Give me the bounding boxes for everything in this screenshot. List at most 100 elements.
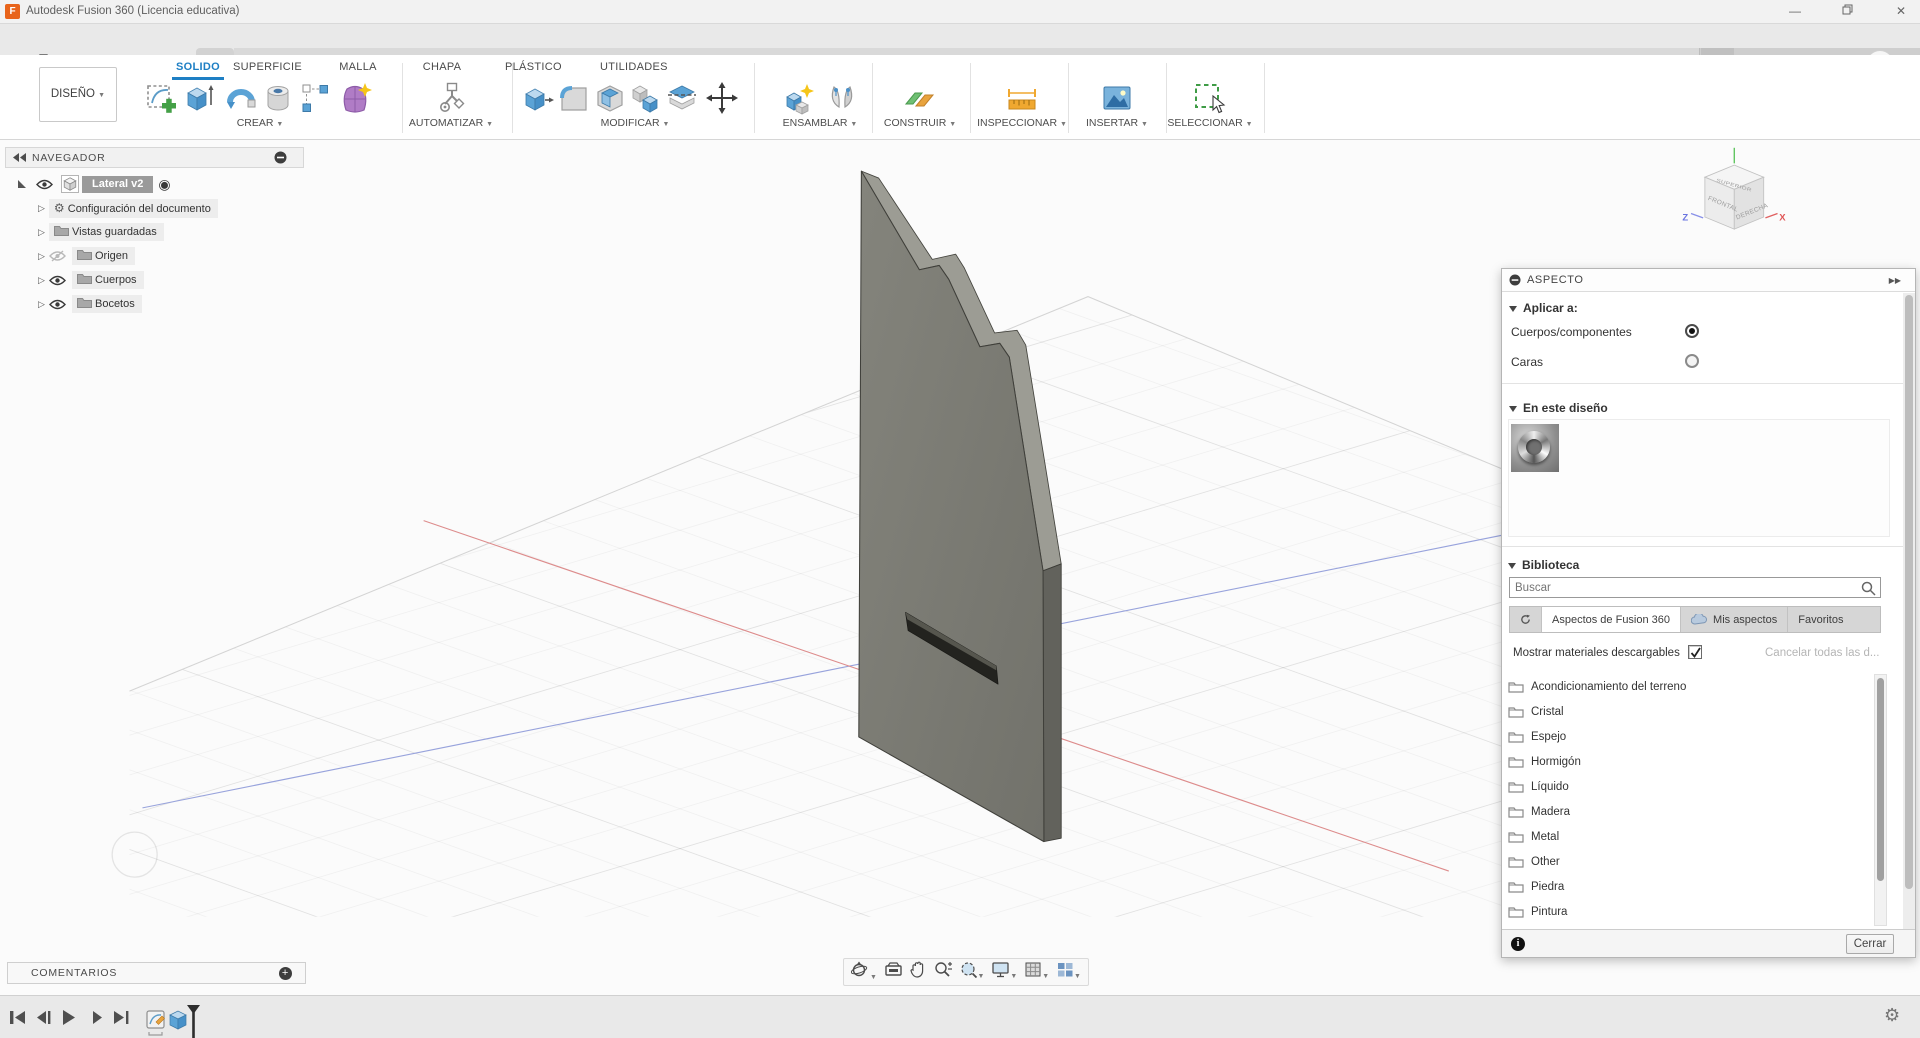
expand-closed-icon[interactable]: ▷ <box>38 275 45 286</box>
timeline-position-marker[interactable] <box>187 1005 200 1038</box>
folder-row[interactable]: Other <box>1508 849 1873 874</box>
tree-item-saved-views[interactable]: ▷ Vistas guardadas <box>38 222 164 242</box>
visibility-eye-icon[interactable] <box>48 299 66 310</box>
panel-scrollbar-thumb[interactable] <box>1905 295 1913 889</box>
panel-options-icon[interactable] <box>274 151 287 164</box>
folder-row[interactable]: Piedra <box>1508 874 1873 899</box>
group-construir[interactable]: CONSTRUIR ▼ <box>872 117 968 131</box>
joint-icon[interactable] <box>825 81 859 115</box>
tab-aspectos-fusion[interactable]: Aspectos de Fusion 360 <box>1542 607 1682 632</box>
tree-item-origen[interactable]: ▷ Origen <box>38 246 136 266</box>
visibility-eye-icon[interactable] <box>48 275 66 286</box>
search-icon[interactable] <box>1861 581 1876 596</box>
move-icon[interactable] <box>705 81 739 115</box>
create-form-icon[interactable] <box>338 81 372 115</box>
timeline-extrude-feature[interactable] <box>169 1010 187 1030</box>
refresh-library-button[interactable] <box>1510 607 1542 632</box>
search-input[interactable] <box>1510 578 1840 598</box>
list-scrollbar-track[interactable] <box>1874 674 1887 926</box>
tab-chapa[interactable]: CHAPA <box>420 61 464 76</box>
group-automatizar[interactable]: AUTOMATIZAR ▼ <box>396 117 506 131</box>
folder-row[interactable]: Metal <box>1508 824 1873 849</box>
fillet-icon[interactable] <box>557 81 591 115</box>
orbit-icon[interactable]: ▼ <box>850 961 877 984</box>
shell-icon[interactable] <box>593 81 627 115</box>
info-icon[interactable]: i <box>1511 937 1525 951</box>
combine-icon[interactable] <box>629 81 663 115</box>
show-downloadable-checkbox[interactable] <box>1688 645 1702 659</box>
comments-panel-header[interactable]: COMENTARIOS + <box>7 962 306 984</box>
pattern-icon[interactable] <box>298 81 332 115</box>
in-design-section-header[interactable]: En este diseño <box>1509 399 1608 417</box>
group-modificar[interactable]: MODIFICAR ▼ <box>585 117 685 131</box>
visibility-off-icon[interactable] <box>48 250 66 262</box>
tree-root-label[interactable]: Lateral v2 <box>82 175 154 193</box>
expand-closed-icon[interactable]: ▷ <box>38 299 45 310</box>
measure-icon[interactable] <box>1005 81 1039 115</box>
timeline-sketch-feature[interactable] <box>146 1010 165 1036</box>
look-at-icon[interactable] <box>885 961 902 983</box>
insert-image-icon[interactable] <box>1100 81 1134 115</box>
group-ensamblar[interactable]: ENSAMBLAR ▼ <box>770 117 870 131</box>
group-inspeccionar[interactable]: INSPECCIONAR ▼ <box>966 117 1078 131</box>
collapse-dialog-icon[interactable] <box>1509 274 1521 286</box>
apply-to-section-header[interactable]: Aplicar a: <box>1509 299 1578 317</box>
tree-item-bocetos[interactable]: ▷ Bocetos <box>38 294 142 314</box>
tab-mis-aspectos[interactable]: Mis aspectos <box>1681 607 1789 632</box>
aspecto-header[interactable]: ASPECTO ▶▶ <box>1502 269 1915 292</box>
tab-malla[interactable]: MALLA <box>337 61 379 76</box>
radio-faces[interactable] <box>1685 354 1699 368</box>
grid-settings-icon[interactable]: ▼ <box>1025 962 1049 983</box>
collapse-panel-icon[interactable] <box>13 153 26 162</box>
library-section-header[interactable]: Biblioteca <box>1508 556 1579 574</box>
zoom-icon[interactable] <box>934 961 952 983</box>
construct-plane-icon[interactable] <box>903 81 937 115</box>
expand-closed-icon[interactable]: ▷ <box>38 203 45 214</box>
navigator-header[interactable]: NAVEGADOR <box>5 147 304 168</box>
expand-closed-icon[interactable]: ▷ <box>38 227 45 238</box>
group-insertar[interactable]: INSERTAR ▼ <box>1072 117 1162 131</box>
dock-panel-icon[interactable]: ▶▶ <box>1889 276 1901 285</box>
list-scrollbar-thumb[interactable] <box>1877 678 1884 881</box>
press-pull-icon[interactable] <box>521 81 555 115</box>
pan-icon[interactable] <box>910 961 926 983</box>
tab-superficie[interactable]: SUPERFICIE <box>233 61 302 76</box>
design-menu-button[interactable]: DISEÑO ▼ <box>39 67 117 122</box>
configure-automate-icon[interactable] <box>435 81 469 115</box>
display-settings-icon[interactable]: ▼ <box>992 961 1017 983</box>
library-search[interactable] <box>1509 577 1881 598</box>
tree-root-row[interactable]: Lateral v2 ◉ <box>18 174 171 194</box>
settings-gear-icon[interactable]: ⚙ <box>1884 1005 1900 1026</box>
radio-bodies[interactable] <box>1685 324 1699 338</box>
revolve-icon[interactable] <box>224 81 258 115</box>
folder-row[interactable]: Hormigón <box>1508 749 1873 774</box>
folder-row[interactable]: Pintura <box>1508 899 1873 924</box>
add-comment-icon[interactable]: + <box>279 966 292 980</box>
hole-icon[interactable] <box>261 81 295 115</box>
fit-view-icon[interactable]: ▼ <box>960 961 984 983</box>
folder-row[interactable]: Líquido <box>1508 774 1873 799</box>
folder-row[interactable]: Madera <box>1508 799 1873 824</box>
activate-component-icon[interactable]: ◉ <box>158 176 170 193</box>
folder-row[interactable]: Espejo <box>1508 724 1873 749</box>
tab-solido[interactable]: SOLIDO <box>172 61 224 76</box>
extrude-icon[interactable] <box>182 81 216 115</box>
folder-row[interactable]: Acondicionamiento del terreno <box>1508 674 1873 699</box>
new-component-icon[interactable] <box>783 81 817 115</box>
viewports-icon[interactable]: ▼ <box>1057 962 1081 983</box>
expand-closed-icon[interactable]: ▷ <box>38 251 45 262</box>
visibility-eye-icon[interactable] <box>36 179 53 190</box>
expand-open-icon[interactable] <box>18 180 26 188</box>
folder-row[interactable]: Cristal <box>1508 699 1873 724</box>
close-window-button[interactable]: ✕ <box>1884 0 1918 23</box>
split-body-icon[interactable] <box>665 81 699 115</box>
minimize-button[interactable]: — <box>1778 0 1812 23</box>
tab-utilidades[interactable]: UTILIDADES <box>600 61 667 76</box>
panel-scrollbar-track[interactable] <box>1903 293 1915 929</box>
tree-item-cuerpos[interactable]: ▷ Cuerpos <box>38 270 144 290</box>
tab-favoritos[interactable]: Favoritos <box>1788 607 1853 632</box>
create-sketch-icon[interactable] <box>145 81 179 115</box>
cerrar-button[interactable]: Cerrar <box>1846 934 1894 954</box>
restore-button[interactable] <box>1830 0 1864 23</box>
tree-item-doc-settings[interactable]: ▷ ⚙ Configuración del documento <box>38 198 218 218</box>
